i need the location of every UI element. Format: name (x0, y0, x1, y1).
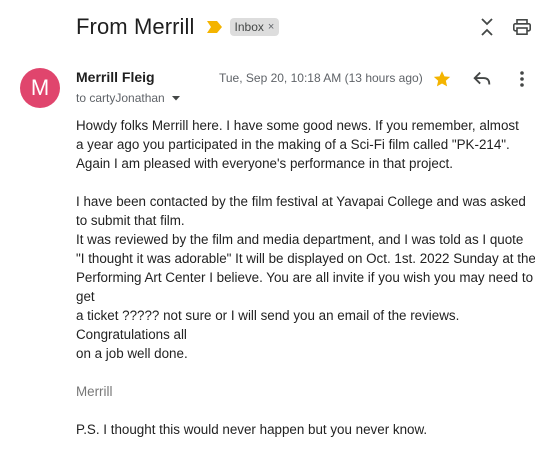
body-line: Congratulations all (76, 327, 187, 342)
body-line: It was reviewed by the film and media de… (76, 232, 524, 247)
email-body: Howdy folks Merrill here. I have some go… (76, 116, 535, 439)
email-subject: From Merrill (76, 14, 195, 39)
recipients-text: to cartyJonathan (76, 91, 165, 105)
more-vert-icon[interactable] (512, 69, 532, 89)
body-line: a year ago you participated in the makin… (76, 137, 510, 152)
body-line: a ticket ????? not sure or I will send y… (76, 308, 460, 323)
chevron-down-icon[interactable] (169, 91, 183, 105)
subject-row: From Merrill Inbox × (76, 12, 535, 42)
collapse-all-icon[interactable] (475, 15, 499, 39)
timestamp: Tue, Sep 20, 10:18 AM (13 hours ago) (219, 71, 423, 85)
remove-label-icon[interactable]: × (268, 21, 274, 33)
label-chip-text: Inbox (234, 20, 264, 34)
body-line: Again I am pleased with everyone's perfo… (76, 156, 453, 171)
body-line: on a job well done. (76, 346, 188, 361)
star-icon[interactable] (432, 69, 452, 89)
body-line: "I thought it was adorable" It will be d… (76, 251, 535, 266)
body-line: I have been contacted by the film festiv… (76, 194, 526, 209)
reply-icon[interactable] (471, 68, 493, 90)
recipients: to cartyJonathan (76, 91, 183, 105)
print-icon[interactable] (510, 15, 534, 39)
body-line: P.S. I thought this would never happen b… (76, 422, 428, 437)
importance-marker-icon[interactable] (206, 21, 222, 33)
label-chip-inbox: Inbox × (229, 18, 280, 36)
body-line: get (76, 289, 95, 304)
avatar[interactable]: M (20, 68, 60, 108)
body-line: Performing Art Center I believe. You are… (76, 270, 534, 285)
sender-name[interactable]: Merrill Fleig (76, 69, 155, 85)
email-view: From Merrill Inbox × M Merrill Fleig Tue… (0, 0, 535, 453)
signature: Merrill (76, 384, 113, 399)
body-line: to submit that film. (76, 213, 185, 228)
avatar-letter: M (30, 75, 50, 100)
body-line: Howdy folks Merrill here. I have some go… (76, 118, 519, 133)
